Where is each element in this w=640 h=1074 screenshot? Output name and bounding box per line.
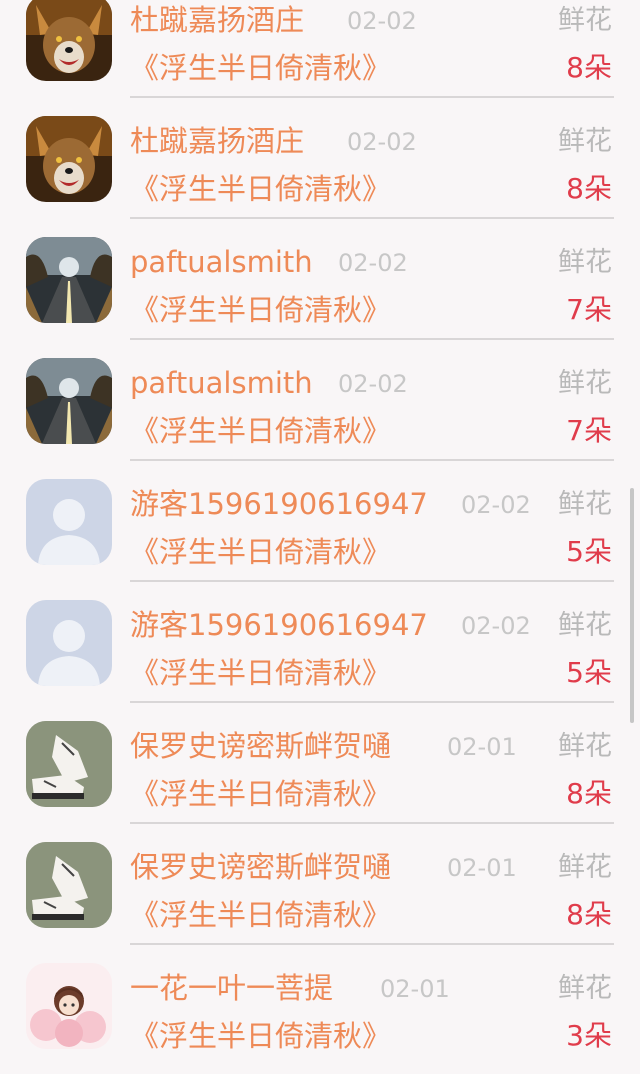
gift-count: 8朵 — [566, 172, 612, 205]
list-item[interactable]: 一花一叶一菩提 02-01 鲜花 《浮生半日倚清秋》 3朵 — [0, 956, 640, 1074]
divider — [130, 338, 614, 340]
user-name[interactable]: 游客1596190616947 — [130, 484, 428, 524]
gift-type-label: 鲜花 — [558, 731, 612, 762]
divider — [130, 217, 614, 219]
user-name[interactable]: 杜蹴嘉扬酒庄 — [130, 121, 304, 161]
divider — [130, 943, 614, 945]
gift-type-label: 鲜花 — [558, 247, 612, 278]
divider — [130, 822, 614, 824]
user-name[interactable]: 保罗史谤密斯衅贺嗵 — [130, 847, 391, 887]
date-label: 02-02 — [461, 491, 531, 519]
default-user-avatar[interactable] — [26, 479, 112, 565]
gift-record-list: 杜蹴嘉扬酒庄 02-02 鲜花 《浮生半日倚清秋》 8朵 杜蹴嘉扬酒庄 02-0… — [0, 0, 640, 1074]
gift-count: 5朵 — [566, 656, 612, 689]
date-label: 02-01 — [447, 733, 517, 761]
list-item[interactable]: 游客1596190616947 02-02 鲜花 《浮生半日倚清秋》 5朵 — [0, 472, 640, 593]
gift-count: 3朵 — [566, 1019, 612, 1052]
anime-girl-avatar[interactable] — [26, 963, 112, 1049]
book-title[interactable]: 《浮生半日倚清秋》 — [130, 411, 391, 451]
list-item[interactable]: 杜蹴嘉扬酒庄 02-02 鲜花 《浮生半日倚清秋》 8朵 — [0, 0, 640, 109]
divider — [130, 701, 614, 703]
divider — [130, 459, 614, 461]
wolf-avatar[interactable] — [26, 0, 112, 81]
gift-type-label: 鲜花 — [558, 489, 612, 520]
book-title[interactable]: 《浮生半日倚清秋》 — [130, 1016, 391, 1056]
book-title[interactable]: 《浮生半日倚清秋》 — [130, 48, 391, 88]
gift-count: 5朵 — [566, 535, 612, 568]
list-item[interactable]: 保罗史谤密斯衅贺嗵 02-01 鲜花 《浮生半日倚清秋》 8朵 — [0, 714, 640, 835]
gift-type-label: 鲜花 — [558, 973, 612, 1004]
gift-type-label: 鲜花 — [558, 852, 612, 883]
gift-count: 7朵 — [566, 293, 612, 326]
date-label: 02-01 — [447, 854, 517, 882]
gift-count: 8朵 — [566, 777, 612, 810]
user-name[interactable]: paftualsmith — [130, 242, 313, 282]
book-title[interactable]: 《浮生半日倚清秋》 — [130, 653, 391, 693]
user-name[interactable]: 杜蹴嘉扬酒庄 — [130, 0, 304, 40]
book-title[interactable]: 《浮生半日倚清秋》 — [130, 532, 391, 572]
gift-type-label: 鲜花 — [558, 368, 612, 399]
book-title[interactable]: 《浮生半日倚清秋》 — [130, 290, 391, 330]
gift-type-label: 鲜花 — [558, 610, 612, 641]
gift-count: 8朵 — [566, 898, 612, 931]
user-name[interactable]: paftualsmith — [130, 363, 313, 403]
scrollbar[interactable] — [630, 488, 634, 723]
list-item[interactable]: paftualsmith 02-02 鲜花 《浮生半日倚清秋》 7朵 — [0, 351, 640, 472]
wolf-avatar[interactable] — [26, 116, 112, 202]
sneakers-avatar[interactable] — [26, 842, 112, 928]
list-item[interactable]: 游客1596190616947 02-02 鲜花 《浮生半日倚清秋》 5朵 — [0, 593, 640, 714]
list-item[interactable]: 保罗史谤密斯衅贺嗵 02-01 鲜花 《浮生半日倚清秋》 8朵 — [0, 835, 640, 956]
list-item[interactable]: paftualsmith 02-02 鲜花 《浮生半日倚清秋》 7朵 — [0, 230, 640, 351]
date-label: 02-02 — [347, 128, 417, 156]
sneakers-avatar[interactable] — [26, 721, 112, 807]
book-title[interactable]: 《浮生半日倚清秋》 — [130, 169, 391, 209]
gift-type-label: 鲜花 — [558, 5, 612, 36]
divider — [130, 580, 614, 582]
user-name[interactable]: 保罗史谤密斯衅贺嗵 — [130, 726, 391, 766]
gift-count: 8朵 — [566, 51, 612, 84]
road-avatar[interactable] — [26, 358, 112, 444]
user-name[interactable]: 游客1596190616947 — [130, 605, 428, 645]
divider — [130, 96, 614, 98]
road-avatar[interactable] — [26, 237, 112, 323]
book-title[interactable]: 《浮生半日倚清秋》 — [130, 774, 391, 814]
gift-count: 7朵 — [566, 414, 612, 447]
date-label: 02-02 — [461, 612, 531, 640]
default-user-avatar[interactable] — [26, 600, 112, 686]
gift-type-label: 鲜花 — [558, 126, 612, 157]
user-name[interactable]: 一花一叶一菩提 — [130, 968, 333, 1008]
date-label: 02-01 — [380, 975, 450, 1003]
list-item[interactable]: 杜蹴嘉扬酒庄 02-02 鲜花 《浮生半日倚清秋》 8朵 — [0, 109, 640, 230]
book-title[interactable]: 《浮生半日倚清秋》 — [130, 895, 391, 935]
date-label: 02-02 — [338, 370, 408, 398]
date-label: 02-02 — [347, 7, 417, 35]
date-label: 02-02 — [338, 249, 408, 277]
